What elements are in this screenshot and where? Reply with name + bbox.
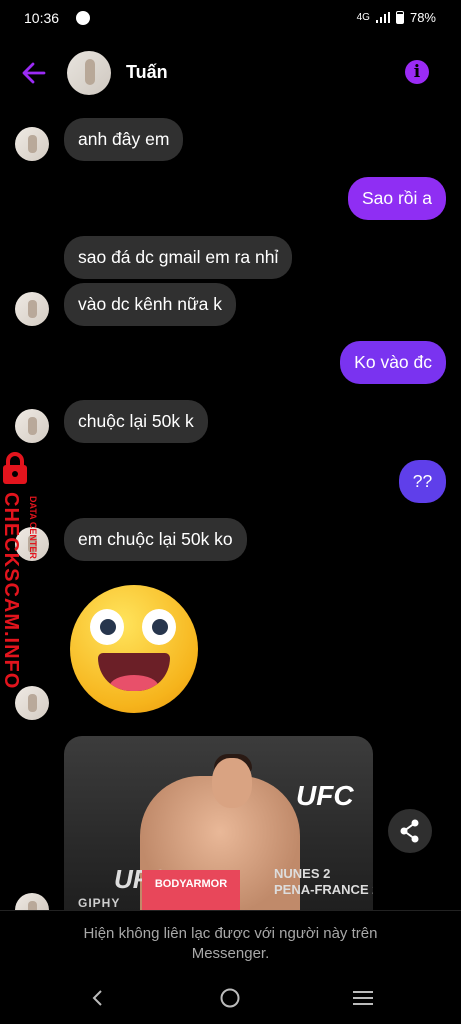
battery-icon bbox=[395, 11, 404, 24]
watermark: CHECKSCAM.INFO DATA CENTER bbox=[0, 452, 52, 689]
nav-recents-icon[interactable] bbox=[352, 989, 374, 1007]
grinning-emoji-sticker[interactable] bbox=[70, 585, 198, 713]
android-nav-bar bbox=[0, 972, 461, 1024]
signal-icon bbox=[375, 12, 390, 23]
share-button[interactable] bbox=[388, 809, 432, 853]
battery-level: 78% bbox=[409, 10, 436, 25]
emoji-eye bbox=[90, 609, 124, 645]
message-incoming[interactable]: em chuộc lại 50k ko bbox=[64, 518, 247, 561]
divider bbox=[0, 910, 461, 911]
message-incoming[interactable]: sao đá dc gmail em ra nhỉ bbox=[64, 236, 293, 279]
emoji-eye bbox=[142, 609, 176, 645]
gif-banner: BODYARMOR bbox=[142, 870, 240, 911]
nav-back-icon[interactable] bbox=[88, 988, 108, 1008]
giphy-label: GIPHY bbox=[78, 896, 121, 910]
message-outgoing[interactable]: Ko vào đc bbox=[340, 341, 446, 384]
lock-icon bbox=[3, 452, 27, 484]
watermark-brand: CHECKSCAM.INFO bbox=[0, 492, 22, 690]
status-bar: 10:36 4G 78% bbox=[0, 0, 461, 38]
sender-avatar bbox=[15, 409, 49, 443]
network-type: 4G bbox=[356, 12, 370, 23]
status-time: 10:36 bbox=[24, 10, 60, 26]
message-incoming[interactable]: vào dc kênh nữa k bbox=[64, 283, 237, 326]
emoji-mouth bbox=[98, 653, 170, 691]
message-incoming[interactable]: chuộc lại 50k k bbox=[64, 400, 208, 443]
sender-avatar bbox=[15, 893, 49, 910]
messenger-notification-icon bbox=[76, 11, 90, 25]
sender-avatar bbox=[15, 686, 49, 720]
chat-header: Tuấn i bbox=[0, 38, 461, 108]
message-outgoing[interactable]: Sao rồi a bbox=[347, 177, 446, 220]
nav-home-icon[interactable] bbox=[219, 987, 241, 1009]
message-incoming[interactable]: anh đây em bbox=[64, 118, 184, 161]
gif-message[interactable]: UFC UFC BODYARMOR NUNES 2 PENA-FRANCE 2 … bbox=[64, 736, 373, 911]
unavailable-notice: Hiện không liên lạc được với người này t… bbox=[83, 925, 378, 962]
gif-person-head bbox=[212, 758, 252, 808]
contact-name[interactable]: Tuấn bbox=[126, 62, 168, 83]
message-outgoing[interactable]: ?? bbox=[399, 460, 446, 503]
status-right: 4G 78% bbox=[357, 10, 436, 25]
gif-caption: NUNES 2 PENA-FRANCE 2 bbox=[274, 866, 373, 897]
info-icon[interactable]: i bbox=[405, 60, 429, 84]
back-arrow-icon[interactable] bbox=[20, 59, 48, 87]
gif-sign: UFC bbox=[296, 780, 354, 811]
sender-avatar bbox=[15, 127, 49, 161]
share-icon bbox=[400, 819, 419, 843]
contact-avatar[interactable] bbox=[67, 51, 111, 95]
sender-avatar bbox=[15, 292, 49, 326]
watermark-sub: DATA CENTER bbox=[28, 496, 38, 559]
